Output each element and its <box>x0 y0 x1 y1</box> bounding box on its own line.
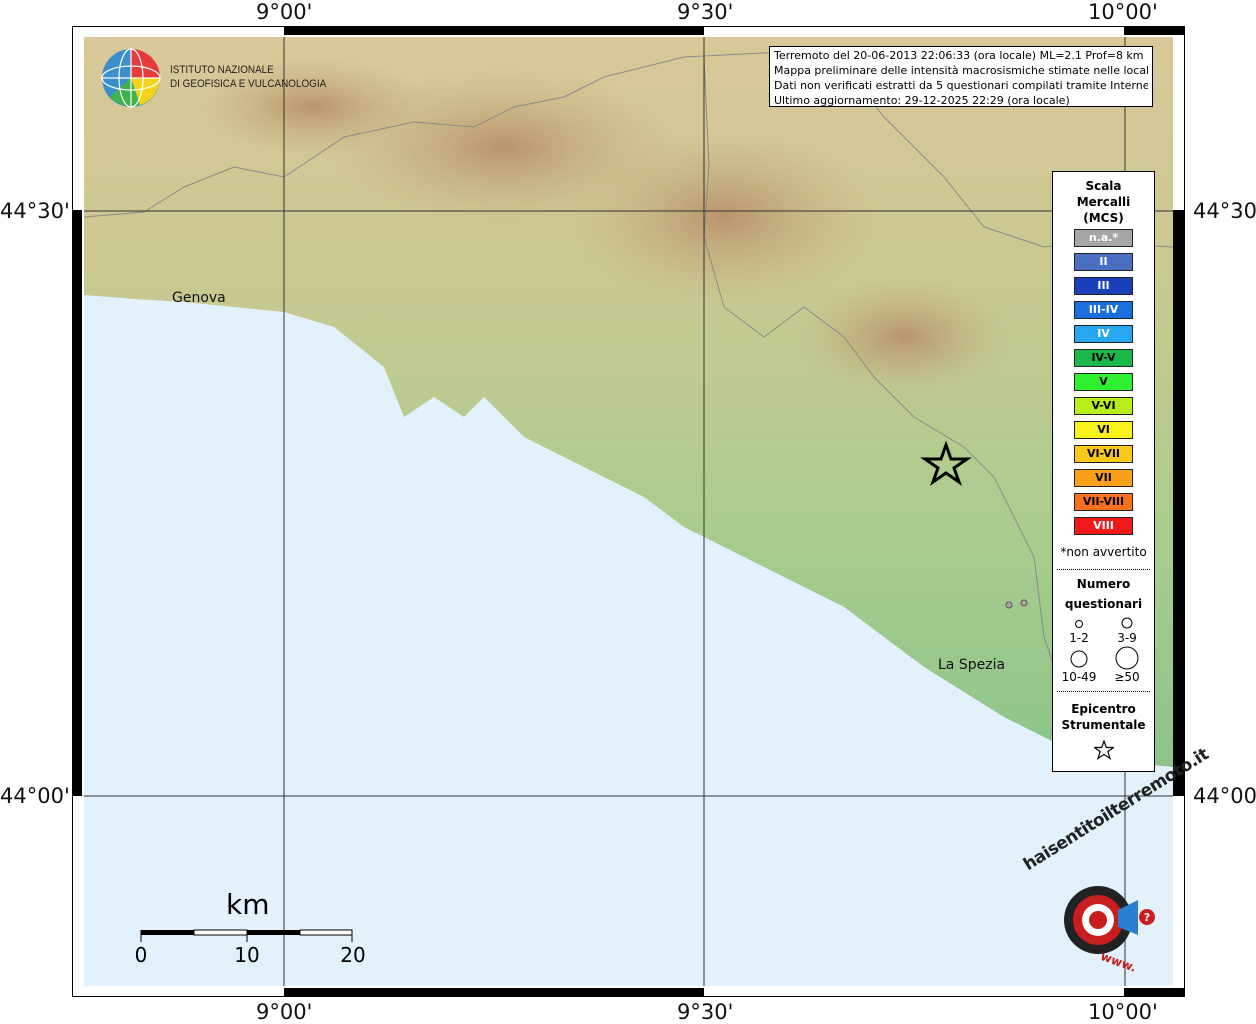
frame-bar-right <box>1173 210 1185 796</box>
intensity-swatch: VII-VIII <box>1074 493 1133 511</box>
info-line: Ultimo aggiornamento: 29-12-2025 22:29 (… <box>774 94 1070 107</box>
info-line: Dati non verificati estratti da 5 questi… <box>774 79 1148 92</box>
city-label-genova: Genova <box>172 290 226 306</box>
right-tick-label: 44°00' <box>1193 784 1256 808</box>
logo-line2: DI GEOFISICA E VULCANOLOGIA <box>170 78 327 90</box>
scalebar: km 0 10 20 <box>134 888 374 968</box>
frame-bar-bottom <box>1124 988 1185 997</box>
left-tick-label: 44°30' <box>0 199 70 223</box>
mountain-shading <box>564 127 884 307</box>
earthquake-info-box: Terremoto del 20-06-2013 22:06:33 (ora l… <box>769 46 1153 107</box>
intensity-swatch: III-IV <box>1074 301 1133 319</box>
intensity-swatch: VI-VII <box>1074 445 1133 463</box>
scalebar-unit: km <box>226 888 270 921</box>
globe-icon <box>101 48 161 108</box>
top-tick-label: 9°30' <box>677 0 734 24</box>
size-label: 10-49 <box>1061 670 1097 684</box>
bottom-tick-label: 9°00' <box>256 1000 313 1024</box>
intensity-swatch: VII <box>1074 469 1133 487</box>
city-label-la-spezia: La Spezia <box>938 657 1006 673</box>
left-tick-label: 44°00' <box>0 784 70 808</box>
intensity-swatch: II <box>1074 253 1133 271</box>
mountain-shading <box>794 277 1014 397</box>
top-tick-label: 9°00' <box>256 0 313 24</box>
intensity-swatch: III <box>1074 277 1133 295</box>
haisentito-badge[interactable]: ? haisentitoilterremoto.it www. <box>1020 745 1212 980</box>
ingv-logo: ISTITUTO NAZIONALE DI GEOFISICA E VULCAN… <box>100 47 326 109</box>
mcs-legend: Scala Mercalli (MCS) n.a.* II III III-IV IV I… <box>1052 171 1155 772</box>
info-line: Terremoto del 20-06-2013 22:06:33 (ora l… <box>774 49 1144 62</box>
legend-separator <box>1057 691 1150 692</box>
star-icon <box>1094 740 1114 760</box>
map-area[interactable] <box>84 37 1173 986</box>
bottom-tick-label: 10°00' <box>1088 1000 1158 1024</box>
intensity-swatch: V-VI <box>1074 397 1133 415</box>
legend-separator <box>1057 569 1150 570</box>
frame-bar-top <box>1124 26 1185 35</box>
frame-bar-bottom <box>284 988 704 997</box>
intensity-point[interactable] <box>1005 601 1013 609</box>
svg-text:?: ? <box>1144 911 1150 924</box>
scalebar-label: 20 <box>340 943 366 967</box>
intensity-swatch: n.a.* <box>1074 229 1133 247</box>
not-felt-note: *non avvertito <box>1060 545 1147 559</box>
scalebar-label: 10 <box>234 943 260 967</box>
scalebar-label: 0 <box>134 943 148 967</box>
intensity-swatch: IV-V <box>1074 349 1133 367</box>
intensity-swatch: IV <box>1074 325 1133 343</box>
frame-bar-left <box>72 210 82 796</box>
frame-bar-top <box>284 26 704 35</box>
size-label: ≥50 <box>1114 670 1140 684</box>
bottom-tick-label: 9°30' <box>677 1000 734 1024</box>
intensity-swatch: VI <box>1074 421 1133 439</box>
size-label: 1-2 <box>1069 631 1089 645</box>
right-tick-label: 44°30' <box>1193 199 1256 223</box>
info-line: Mappa preliminare delle intensità macros… <box>774 64 1148 77</box>
intensity-swatch: VIII <box>1074 517 1133 535</box>
top-tick-label: 10°00' <box>1088 0 1158 24</box>
logo-line1: ISTITUTO NAZIONALE <box>170 64 274 76</box>
intensity-point[interactable] <box>1020 599 1028 607</box>
questionnaire-title: Numero questionari <box>1064 577 1143 611</box>
epicenter-title: Epicentro Strumentale <box>1061 702 1146 732</box>
legend-title: Scala Mercalli (MCS) <box>1076 179 1131 225</box>
intensity-swatch: V <box>1074 373 1133 391</box>
size-label: 3-9 <box>1117 631 1137 645</box>
